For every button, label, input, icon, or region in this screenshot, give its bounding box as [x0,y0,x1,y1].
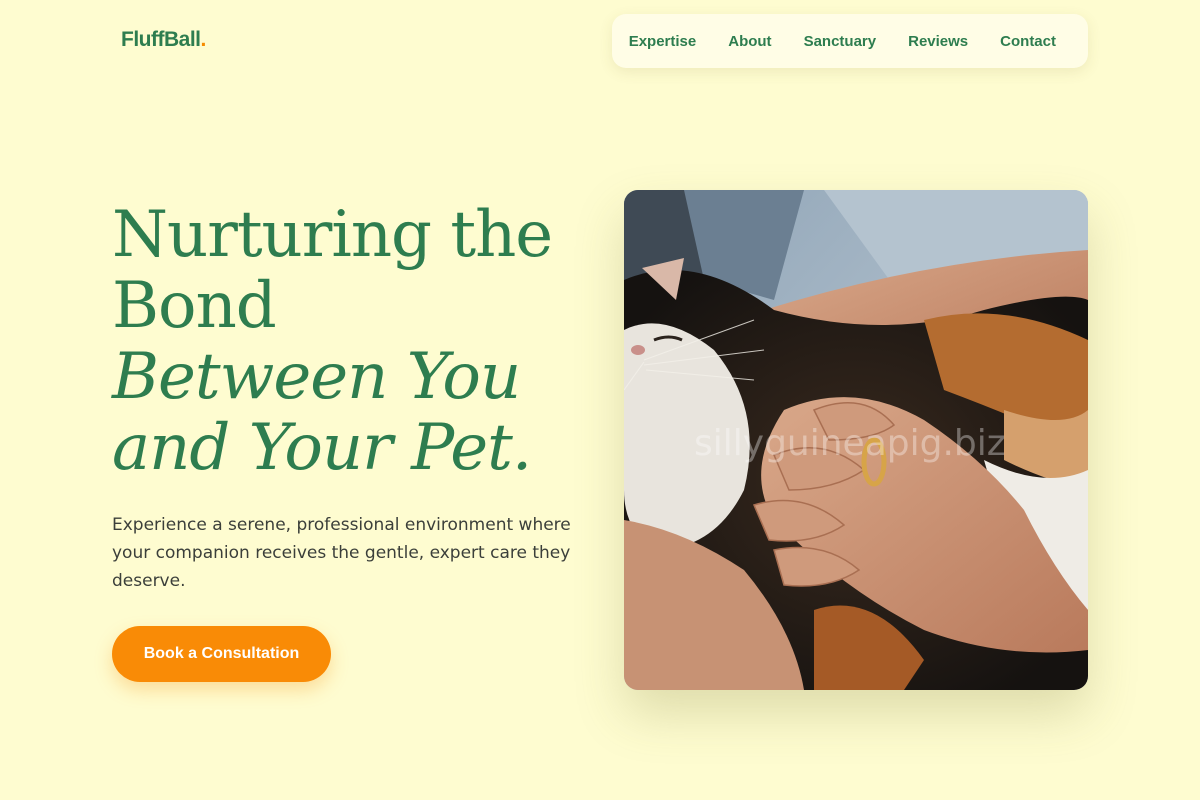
hero-photo: sillyguineapig.biz [624,190,1088,690]
nav-link-about[interactable]: About [728,33,771,50]
hero-subtitle: Experience a serene, professional enviro… [112,515,571,591]
brand-dot: . [200,28,207,51]
brand-name: FluffBall [121,28,201,51]
image-watermark: sillyguineapig.biz [694,423,1006,464]
nav-link-expertise[interactable]: Expertise [629,33,697,50]
cat-held-in-hands-image: sillyguineapig.biz [624,190,1088,690]
headline-line-3: Between You [112,340,521,414]
headline-line-1: Nurturing the [112,198,553,272]
nav-link-sanctuary[interactable]: Sanctuary [804,33,877,50]
headline-line-2: Bond [112,269,277,343]
book-consultation-button[interactable]: Book a Consultation [112,626,331,682]
brand-logo[interactable]: FluffBall. [121,28,206,52]
nav-link-reviews[interactable]: Reviews [908,33,968,50]
headline-line-4: and Your Pet. [112,411,532,485]
hero-headline: Nurturing the Bond Between You and Your … [112,200,592,484]
nav-link-contact[interactable]: Contact [1000,33,1056,50]
main-nav: Expertise About Sanctuary Reviews Contac… [612,14,1088,68]
